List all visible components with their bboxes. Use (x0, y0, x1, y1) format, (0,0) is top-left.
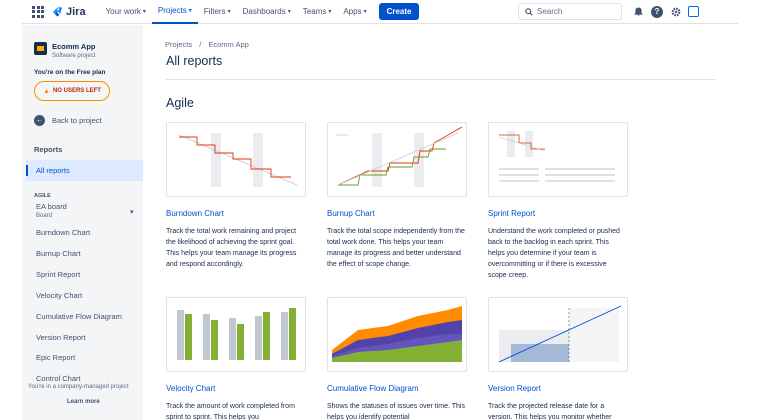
avatar[interactable] (688, 6, 699, 17)
nav-teams[interactable]: Teams ▾ (297, 0, 338, 24)
project-header[interactable]: Ecomm App Software project (34, 42, 95, 59)
search-icon (525, 7, 533, 16)
report-card-velocity[interactable]: Velocity Chart Track the amount of work … (166, 297, 306, 420)
search-placeholder: Search (537, 7, 563, 16)
chevron-down-icon: ▾ (142, 9, 146, 15)
sidebar-item-control-chart[interactable]: Control Chart (36, 374, 81, 383)
breadcrumb-projects[interactable]: Projects (165, 40, 192, 49)
learn-more-link[interactable]: Learn more (67, 399, 100, 405)
board-name: EA board (36, 202, 67, 211)
breadcrumb: Projects / Ecomm App (165, 40, 249, 49)
no-users-label: NO USERS LEFT (52, 88, 101, 94)
sidebar-item-burndown[interactable]: Burndown Chart (36, 228, 90, 237)
card-title[interactable]: Velocity Chart (166, 384, 306, 393)
report-card-sprint-report[interactable]: Sprint Report Understand the work comple… (488, 122, 628, 281)
sidebar-item-all-reports[interactable]: All reports (26, 160, 143, 181)
card-description: Understand the work completed or pushed … (488, 228, 620, 279)
breadcrumb-separator: / (199, 40, 202, 49)
jira-logo-icon (52, 6, 63, 17)
burnup-thumbnail (327, 122, 467, 197)
velocity-thumbnail (166, 297, 306, 372)
card-title[interactable]: Burnup Chart (327, 209, 467, 218)
plan-text: You're on the Free plan (34, 69, 106, 76)
breadcrumb-project[interactable]: Ecomm App (208, 40, 248, 49)
no-users-left-button[interactable]: ▲ NO USERS LEFT (34, 81, 110, 101)
sidebar: Ecomm App Software project You're on the… (22, 25, 143, 420)
sidebar-item-epic-report[interactable]: Epic Report (36, 353, 75, 362)
chevron-down-icon: ▾ (363, 9, 367, 15)
create-button[interactable]: Create (378, 3, 420, 20)
card-description: Track the total work remaining and proje… (166, 228, 297, 268)
sidebar-item-version-report[interactable]: Version Report (36, 333, 86, 342)
project-name: Ecomm App (52, 42, 96, 51)
burndown-thumbnail (166, 122, 306, 197)
divider (166, 79, 716, 80)
nav-dashboards[interactable]: Dashboards ▾ (237, 0, 297, 24)
nav-apps[interactable]: Apps ▾ (337, 0, 372, 24)
board-subtitle: Board (36, 213, 53, 219)
sidebar-item-velocity[interactable]: Velocity Chart (36, 291, 82, 300)
nav-filters[interactable]: Filters ▾ (198, 0, 237, 24)
sprint-report-thumbnail (488, 122, 628, 197)
report-card-burnup[interactable]: Burnup Chart Track the total scope indep… (327, 122, 467, 270)
notifications-icon[interactable] (631, 4, 646, 19)
chevron-down-icon: ▾ (188, 8, 192, 14)
project-avatar-icon (34, 42, 47, 55)
sidebar-item-label: All reports (36, 166, 70, 175)
agile-heading: AGILE (34, 193, 51, 199)
card-description: Track the projected release date for a v… (488, 403, 612, 420)
arrow-left-icon: ← (34, 115, 45, 126)
sidebar-item-cumulative-flow[interactable]: Cumulative Flow Diagram (36, 312, 122, 321)
board-selector[interactable]: EA board Board (36, 202, 67, 219)
project-type: Software project (52, 53, 96, 59)
project-type-note: You're in a company-managed project (28, 384, 129, 390)
back-to-project-link[interactable]: ← Back to project (34, 115, 102, 126)
card-title[interactable]: Burndown Chart (166, 209, 306, 218)
sidebar-item-burnup[interactable]: Burnup Chart (36, 249, 81, 258)
report-card-version-report[interactable]: Version Report Track the projected relea… (488, 297, 628, 420)
chevron-down-icon: ▾ (328, 9, 332, 15)
help-icon[interactable]: ? (651, 5, 663, 18)
version-report-thumbnail (488, 297, 628, 372)
card-title[interactable]: Sprint Report (488, 209, 628, 218)
cumulative-flow-thumbnail (327, 297, 467, 372)
report-card-cumulative-flow[interactable]: Cumulative Flow Diagram Shows the status… (327, 297, 467, 420)
app-switcher-icon[interactable] (32, 5, 44, 18)
section-title: Agile (166, 96, 194, 110)
page-title: All reports (166, 54, 223, 68)
card-description: Shows the statuses of issues over time. … (327, 403, 465, 420)
card-title[interactable]: Version Report (488, 384, 628, 393)
nav-your-work[interactable]: Your work ▾ (100, 0, 152, 24)
report-card-burndown[interactable]: Burndown Chart Track the total work rema… (166, 122, 306, 270)
sidebar-item-sprint-report[interactable]: Sprint Report (36, 270, 80, 279)
settings-icon[interactable] (668, 4, 683, 19)
card-description: Track the total scope independently from… (327, 228, 465, 268)
chevron-down-icon: ▾ (227, 9, 231, 15)
nav-projects[interactable]: Projects ▾ (151, 0, 198, 24)
reports-heading: Reports (34, 145, 63, 154)
product-name: Jira (66, 5, 86, 18)
card-title[interactable]: Cumulative Flow Diagram (327, 384, 467, 393)
chevron-down-icon[interactable]: ▾ (130, 208, 134, 216)
search-input[interactable]: Search (518, 3, 622, 20)
chevron-down-icon: ▾ (287, 9, 291, 15)
back-label: Back to project (52, 116, 102, 125)
warning-icon: ▲ (43, 87, 50, 95)
card-description: Track the amount of work completed from … (166, 403, 295, 420)
jira-logo[interactable]: Jira (52, 6, 86, 18)
